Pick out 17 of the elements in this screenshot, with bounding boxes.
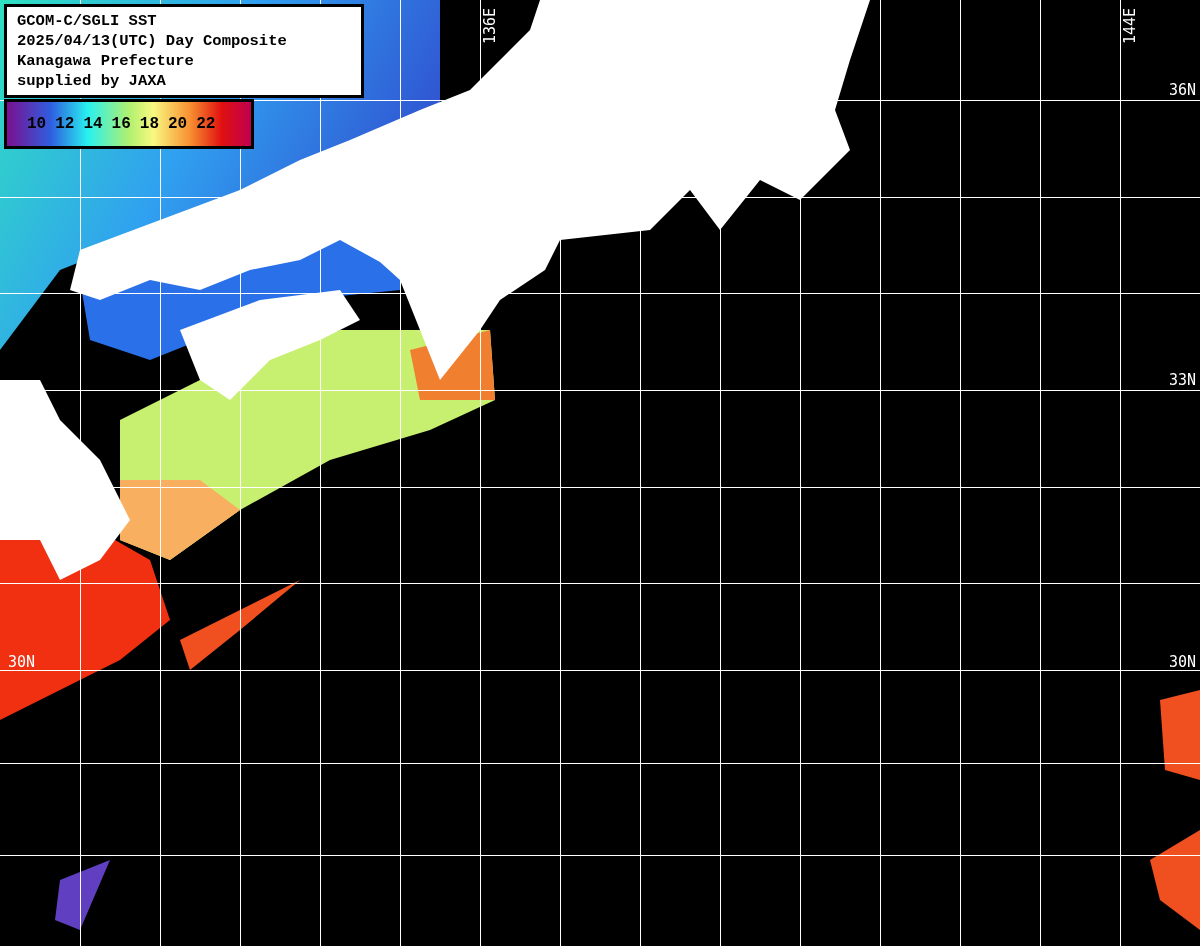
title-text: 2025/04/13(UTC) Day Composite [17,31,288,51]
legend-label: 16 [111,115,131,133]
latitude-label: 36N [1168,81,1196,99]
title-text: supplied by JAXA [17,71,167,91]
longitude-label: 144E [1121,7,1139,44]
legend-label: 10 [27,115,47,133]
latitude-label: 33N [1168,371,1196,389]
legend-label: 22 [196,115,216,133]
legend-label: 12 [55,115,75,133]
legend-label: 14 [83,115,103,133]
legend-label: 18 [139,115,159,133]
title-text: GCOM-C/SGLI SST [17,11,158,31]
longitude-label: 136E [481,7,499,44]
latitude-label: 30N [1168,653,1196,671]
legend-label: 20 [168,115,188,133]
title-text: Kanagawa Prefecture [17,51,195,71]
latitude-label: 30N [8,653,36,671]
